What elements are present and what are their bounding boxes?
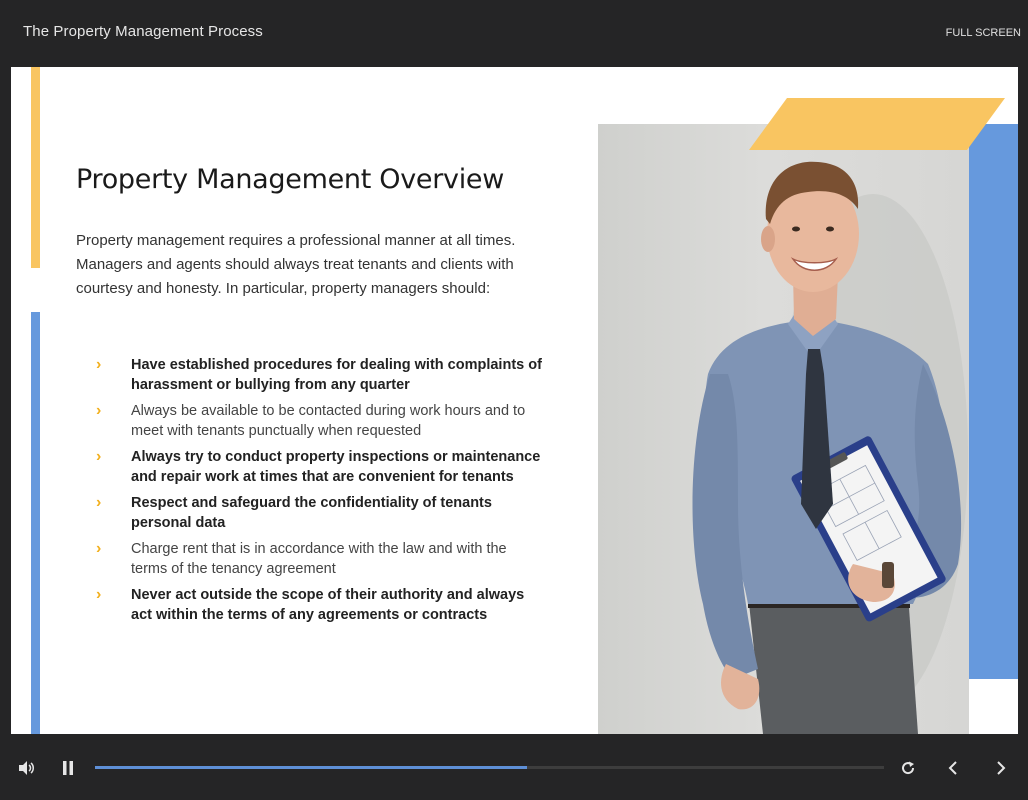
replay-icon[interactable] xyxy=(896,756,920,780)
course-title: The Property Management Process xyxy=(23,23,263,40)
bullet-text: Always try to conduct property inspectio… xyxy=(131,449,541,485)
person-illustration xyxy=(692,161,968,734)
bullet-text: Never act outside the scope of their aut… xyxy=(131,587,525,623)
businessman-photo xyxy=(598,124,969,734)
chevron-right-icon: › xyxy=(96,586,102,603)
intro-paragraph: Property management requires a professio… xyxy=(76,232,516,297)
bottom-control-bar xyxy=(0,734,1028,800)
chevron-right-icon: › xyxy=(96,540,102,557)
list-item: › Always be available to be contacted dur… xyxy=(96,401,546,441)
bullet-text: Always be available to be contacted duri… xyxy=(131,403,526,439)
list-item: › Respect and safeguard the confidentiali… xyxy=(96,493,546,533)
slide-heading: Property Management Overview xyxy=(76,164,504,195)
chevron-right-icon: › xyxy=(96,402,102,419)
slide: Property Management Overview Property ma… xyxy=(11,67,1018,734)
fullscreen-button[interactable]: FULL SCREEN xyxy=(946,27,1021,39)
chevron-right-icon[interactable] xyxy=(989,756,1013,780)
bullet-text: Charge rent that is in accordance with t… xyxy=(131,541,507,577)
chevron-right-icon: › xyxy=(96,356,102,373)
accent-shape-yellow xyxy=(749,98,1005,150)
pause-icon[interactable] xyxy=(58,756,78,780)
list-item: › Never act outside the scope of their au… xyxy=(96,585,546,625)
accent-bar-blue xyxy=(31,312,40,734)
top-bar: The Property Management Process FULL SCR… xyxy=(0,0,1028,67)
bullet-list: › Have established procedures for dealing… xyxy=(96,355,546,631)
list-item: › Have established procedures for dealing… xyxy=(96,355,546,395)
bullet-text: Respect and safeguard the confidentialit… xyxy=(131,495,492,531)
chevron-left-icon[interactable] xyxy=(941,756,965,780)
volume-icon[interactable] xyxy=(14,756,38,780)
course-player: The Property Management Process FULL SCR… xyxy=(0,0,1028,800)
progress-bar[interactable] xyxy=(95,766,884,769)
accent-bar-yellow xyxy=(31,67,40,268)
list-item: › Always try to conduct property inspecti… xyxy=(96,447,546,487)
accent-block-blue xyxy=(969,124,1018,679)
chevron-right-icon: › xyxy=(96,494,102,511)
chevron-right-icon: › xyxy=(96,448,102,465)
bullet-text: Have established procedures for dealing … xyxy=(131,357,542,393)
list-item: › Charge rent that is in accordance with … xyxy=(96,539,546,579)
progress-fill xyxy=(95,766,528,769)
